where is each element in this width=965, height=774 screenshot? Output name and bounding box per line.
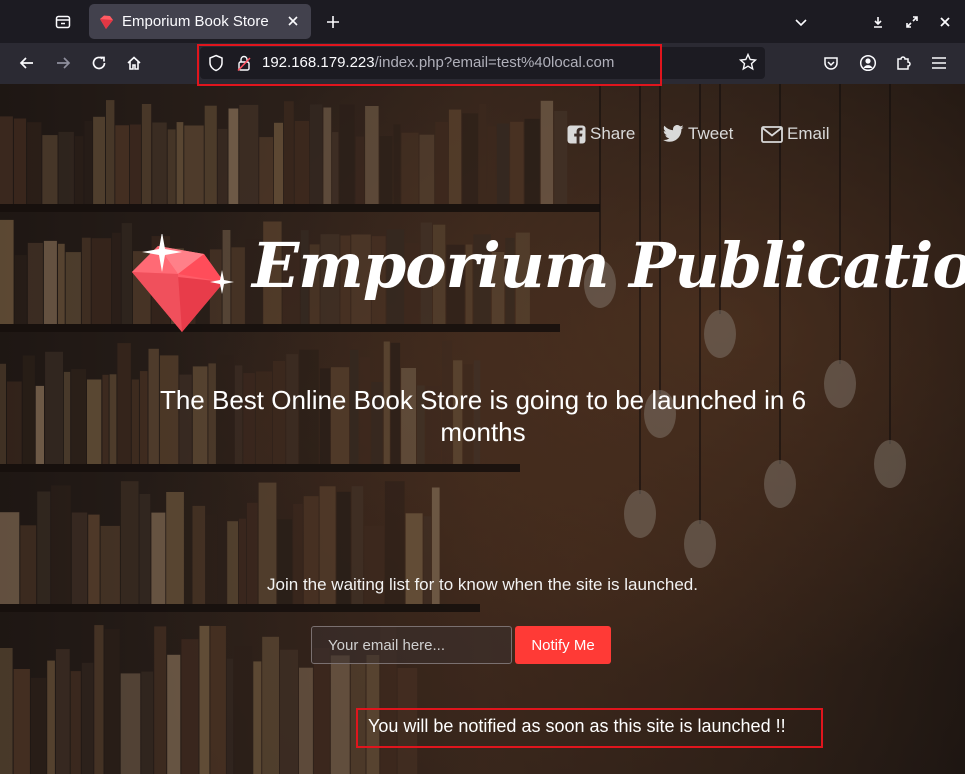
close-icon (940, 17, 950, 27)
list-all-tabs-button[interactable] (786, 8, 816, 36)
url-bar[interactable]: 192.168.179.223/index.php?email=test%40l… (200, 47, 765, 79)
close-icon (288, 16, 298, 26)
ruby-favicon-icon (100, 15, 113, 29)
plus-icon (327, 16, 339, 28)
share-label: Share (590, 124, 636, 143)
envelope-icon (761, 125, 783, 143)
tab-list-button[interactable] (48, 8, 78, 36)
forward-button[interactable] (48, 49, 78, 77)
web-page: Share Tweet Email Emporium Publications … (0, 84, 965, 774)
pocket-icon (824, 57, 838, 70)
url-text[interactable]: 192.168.179.223/index.php?email=test%40l… (262, 54, 614, 71)
maximize-icon (906, 16, 918, 28)
arrow-left-icon (19, 57, 33, 69)
email-share-link[interactable]: Email (761, 124, 830, 144)
minimize-icon (874, 17, 882, 28)
browser-tab[interactable]: Emporium Book Store (89, 4, 311, 39)
star-icon[interactable] (738, 52, 758, 75)
pocket-button[interactable] (816, 49, 846, 77)
share-link[interactable]: Share (567, 124, 635, 144)
tagline: The Best Online Book Store is going to b… (159, 385, 807, 447)
ruby-gem-logo-icon (132, 234, 234, 332)
window-close-button[interactable] (933, 8, 957, 36)
extensions-button[interactable] (889, 49, 919, 77)
tab-bar: Emporium Book Store (0, 0, 965, 43)
url-path: /index.php?email=test%40local.com (374, 54, 615, 71)
shield-icon[interactable] (208, 54, 224, 76)
account-button[interactable] (853, 49, 883, 77)
facebook-icon (567, 125, 586, 144)
email-label: Email (787, 124, 830, 143)
brand-title: Emporium Publications (252, 229, 965, 302)
tab-title: Emporium Book Store (122, 13, 269, 30)
url-host: 192.168.179.223 (262, 54, 375, 71)
new-tab-button[interactable] (318, 8, 348, 36)
reload-button[interactable] (84, 49, 114, 77)
tweet-label: Tweet (688, 124, 734, 143)
account-icon (859, 54, 877, 72)
twitter-icon (663, 125, 684, 142)
waitlist-text: Join the waiting list for to know when t… (267, 575, 698, 594)
home-icon (127, 56, 141, 70)
hamburger-icon (932, 57, 946, 69)
tab-close-button[interactable] (283, 11, 303, 31)
home-button[interactable] (119, 49, 149, 77)
chevron-down-icon (795, 19, 807, 27)
notification-message: You will be notified as soon as this sit… (368, 716, 786, 736)
email-input[interactable] (311, 626, 512, 664)
app-menu-button[interactable] (924, 49, 954, 77)
lock-icon[interactable] (236, 54, 252, 76)
navigation-toolbar: 192.168.179.223/index.php?email=test%40l… (0, 43, 965, 84)
window-minimize-button[interactable] (866, 8, 890, 36)
arrow-right-icon (57, 57, 71, 69)
reload-icon (92, 56, 106, 70)
tweet-link[interactable]: Tweet (663, 124, 733, 144)
window-maximize-button[interactable] (900, 8, 924, 36)
back-button[interactable] (12, 49, 42, 77)
tab-list-icon (55, 15, 71, 29)
notify-me-button[interactable]: Notify Me (515, 626, 611, 664)
puzzle-icon (897, 56, 911, 70)
